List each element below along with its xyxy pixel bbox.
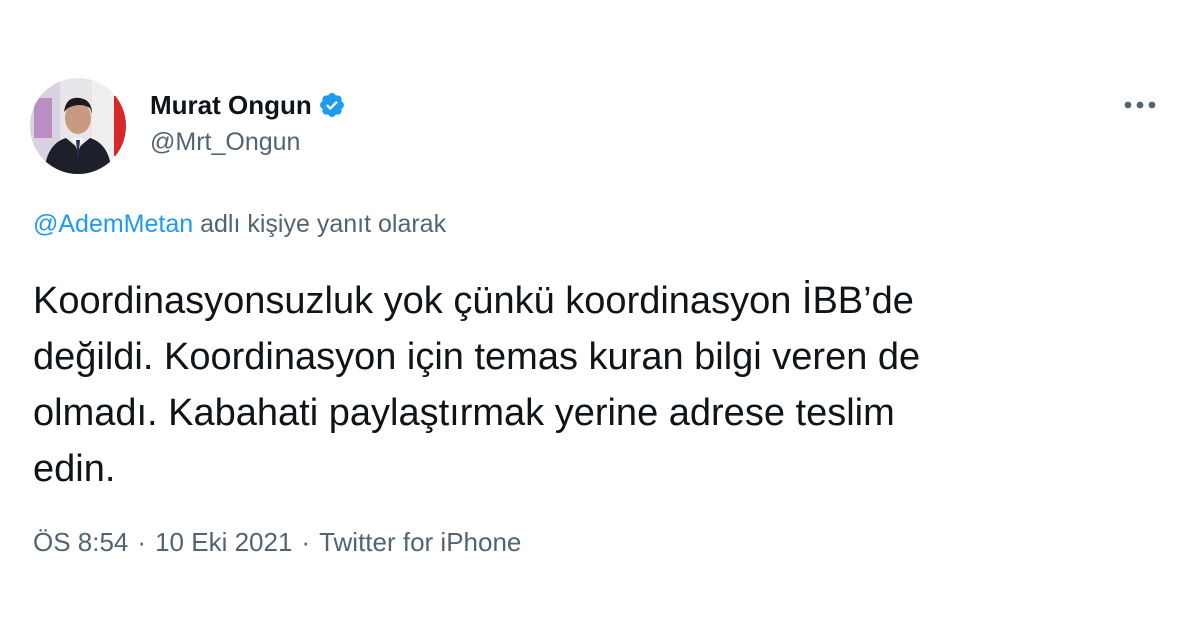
tweet-card: Murat Ongun @Mrt_Ongun @AdemMetan adlı k… — [0, 0, 1200, 628]
tweet-text-line: değildi. Koordinasyon için temas kuran b… — [33, 336, 921, 378]
more-options-icon — [1124, 101, 1156, 109]
meta-separator: · — [137, 527, 147, 557]
reply-context: @AdemMetan adlı kişiye yanıt olarak — [33, 210, 446, 239]
tweet-source-link[interactable]: Twitter for iPhone — [319, 527, 521, 557]
reply-mention-link[interactable]: @AdemMetan — [33, 210, 193, 238]
tweet-text-line: olmadı. Kabahati paylaştırmak yerine adr… — [33, 392, 895, 434]
tweet-meta: ÖS 8:54 · 10 Eki 2021 · Twitter for iPhone — [33, 527, 521, 558]
tweet-date-link[interactable]: 10 Eki 2021 — [155, 527, 292, 557]
display-name-row: Murat Ongun — [150, 88, 346, 122]
avatar[interactable] — [30, 78, 126, 174]
tweet-text-line: edin. — [33, 448, 116, 490]
more-options-button[interactable] — [1120, 88, 1160, 122]
verified-badge-icon — [318, 91, 346, 119]
author-block: Murat Ongun @Mrt_Ongun — [150, 88, 346, 157]
tweet-text-line: Koordinasyonsuzluk yok çünkü koordinasyo… — [33, 280, 914, 322]
handle[interactable]: @Mrt_Ongun — [150, 128, 346, 157]
display-name[interactable]: Murat Ongun — [150, 90, 312, 121]
tweet-time-link[interactable]: ÖS 8:54 — [33, 527, 128, 557]
tweet-text: Koordinasyonsuzluk yok çünkü koordinasyo… — [33, 273, 1163, 497]
avatar-image — [30, 78, 126, 174]
meta-separator: · — [301, 527, 311, 557]
reply-context-label: adlı kişiye yanıt olarak — [200, 210, 447, 238]
